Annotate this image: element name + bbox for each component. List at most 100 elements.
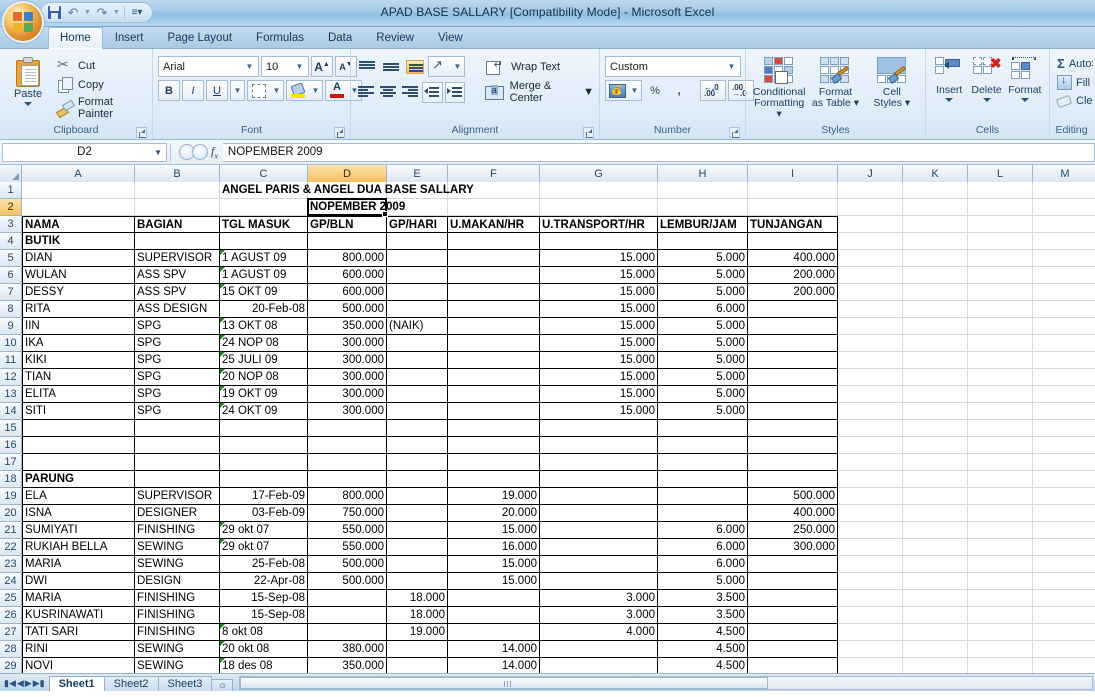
cell-M29[interactable] (1033, 658, 1095, 673)
row-header-10[interactable]: 10 (0, 335, 22, 352)
cell-F7[interactable] (448, 284, 540, 301)
cell-H10[interactable]: 5.000 (658, 335, 748, 352)
cell-L26[interactable] (968, 607, 1033, 624)
row-header-4[interactable]: 4 (0, 233, 22, 250)
cell-G5[interactable]: 15.000 (540, 250, 658, 267)
increase-decimal-button[interactable]: ←.0.00 (700, 80, 726, 101)
cell-A26[interactable]: KUSRINAWATI (22, 607, 135, 624)
cell-I21[interactable]: 250.000 (748, 522, 838, 539)
cell-K24[interactable] (903, 573, 968, 590)
row-header-29[interactable]: 29 (0, 658, 22, 673)
cell-B4[interactable] (135, 233, 220, 250)
cell-E4[interactable] (387, 233, 448, 250)
hscroll-thumb[interactable] (240, 676, 769, 689)
cell-A5[interactable]: DIAN (22, 250, 135, 267)
cell-H29[interactable]: 4.500 (658, 658, 748, 673)
cell-K2[interactable] (903, 199, 968, 216)
cell-J17[interactable] (838, 454, 903, 471)
cell-J15[interactable] (838, 420, 903, 437)
cell-K4[interactable] (903, 233, 968, 250)
cell-B7[interactable]: ASS SPV (135, 284, 220, 301)
cell-H7[interactable]: 5.000 (658, 284, 748, 301)
cell-D29[interactable]: 350.000 (308, 658, 387, 673)
cell-G12[interactable]: 15.000 (540, 369, 658, 386)
cell-D28[interactable]: 380.000 (308, 641, 387, 658)
font-dialog-launcher[interactable] (334, 127, 345, 138)
cell-A2[interactable] (22, 199, 135, 216)
column-header-a[interactable]: A (22, 165, 135, 182)
cell-B8[interactable]: ASS DESIGN (135, 301, 220, 318)
font-name-combo[interactable]: Arial ▼ (158, 56, 259, 77)
cell-C19[interactable]: 17-Feb-09 (220, 488, 308, 505)
cell-E21[interactable] (387, 522, 448, 539)
middle-align-button[interactable] (380, 56, 402, 77)
cell-H22[interactable]: 6.000 (658, 539, 748, 556)
cell-F22[interactable]: 16.000 (448, 539, 540, 556)
row-header-19[interactable]: 19 (0, 488, 22, 505)
cell-C4[interactable] (220, 233, 308, 250)
cell-D8[interactable]: 500.000 (308, 301, 387, 318)
cell-C15[interactable] (220, 420, 308, 437)
grow-font-button[interactable]: A▲ (311, 56, 333, 77)
cell-J18[interactable] (838, 471, 903, 488)
row-header-24[interactable]: 24 (0, 573, 22, 590)
cell-B19[interactable]: SUPERVISOR (135, 488, 220, 505)
cell-E5[interactable] (387, 250, 448, 267)
cell-B9[interactable]: SPG (135, 318, 220, 335)
cell-C29[interactable]: 18 des 08 (220, 658, 308, 673)
cell-G25[interactable]: 3.000 (540, 590, 658, 607)
cell-K27[interactable] (903, 624, 968, 641)
cell-I20[interactable]: 400.000 (748, 505, 838, 522)
cell-D6[interactable]: 600.000 (308, 267, 387, 284)
cell-E28[interactable] (387, 641, 448, 658)
cell-H13[interactable]: 5.000 (658, 386, 748, 403)
cell-I9[interactable] (748, 318, 838, 335)
office-button[interactable] (2, 1, 44, 43)
cell-F3[interactable]: U.MAKAN/HR (448, 216, 540, 233)
cell-B5[interactable]: SUPERVISOR (135, 250, 220, 267)
cell-L16[interactable] (968, 437, 1033, 454)
cell-I1[interactable] (748, 182, 838, 199)
cell-J6[interactable] (838, 267, 903, 284)
cell-C11[interactable]: 25 JULI 09 (220, 352, 308, 369)
enter-formula-button[interactable] (192, 143, 208, 160)
row-header-1[interactable]: 1 (0, 182, 22, 199)
cell-J11[interactable] (838, 352, 903, 369)
cell-I23[interactable] (748, 556, 838, 573)
cell-E7[interactable] (387, 284, 448, 301)
sheet-tab-sheet2[interactable]: Sheet2 (103, 676, 159, 691)
cell-D16[interactable] (308, 437, 387, 454)
cell-L1[interactable] (968, 182, 1033, 199)
cell-I8[interactable] (748, 301, 838, 318)
cell-B26[interactable]: FINISHING (135, 607, 220, 624)
cell-H9[interactable]: 5.000 (658, 318, 748, 335)
cell-A9[interactable]: IIN (22, 318, 135, 335)
cell-F9[interactable] (448, 318, 540, 335)
cell-B15[interactable] (135, 420, 220, 437)
cell-H23[interactable]: 6.000 (658, 556, 748, 573)
cell-H11[interactable]: 5.000 (658, 352, 748, 369)
cell-K8[interactable] (903, 301, 968, 318)
cell-B10[interactable]: SPG (135, 335, 220, 352)
cell-D18[interactable] (308, 471, 387, 488)
cell-G11[interactable]: 15.000 (540, 352, 658, 369)
cell-K13[interactable] (903, 386, 968, 403)
cell-I2[interactable] (748, 199, 838, 216)
cell-A25[interactable]: MARIA (22, 590, 135, 607)
cell-C7[interactable]: 15 OKT 09 (220, 284, 308, 301)
cell-G15[interactable] (540, 420, 658, 437)
cell-K12[interactable] (903, 369, 968, 386)
cell-K14[interactable] (903, 403, 968, 420)
cell-A24[interactable]: DWI (22, 573, 135, 590)
cell-C1[interactable]: ANGEL PARIS & ANGEL DUA BASE SALLARY (220, 182, 474, 199)
row-header-14[interactable]: 14 (0, 403, 22, 420)
cell-L21[interactable] (968, 522, 1033, 539)
row-header-17[interactable]: 17 (0, 454, 22, 471)
paste-button[interactable]: Paste (5, 54, 51, 106)
cell-G24[interactable] (540, 573, 658, 590)
cell-G10[interactable]: 15.000 (540, 335, 658, 352)
underline-button[interactable]: U (206, 80, 228, 101)
cell-B16[interactable] (135, 437, 220, 454)
cell-I28[interactable] (748, 641, 838, 658)
format-cells-button[interactable]: Format (1006, 55, 1044, 102)
